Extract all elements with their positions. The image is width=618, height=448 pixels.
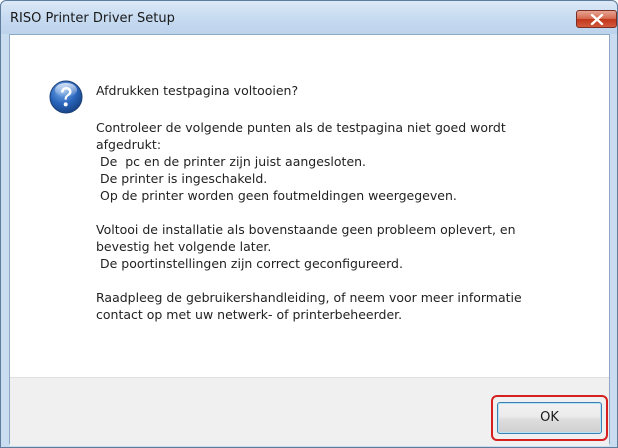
dialog-window: RISO Printer Driver Setup Afdrukken test…: [0, 0, 618, 448]
title-bar[interactable]: RISO Printer Driver Setup: [1, 1, 617, 34]
message-text: Afdrukken testpagina voltooien? Controle…: [96, 82, 596, 323]
window-title: RISO Printer Driver Setup: [10, 11, 175, 26]
check-item: De pc en de printer zijn juist aangeslot…: [96, 154, 367, 169]
install-line-2: bevestig het volgende later.: [96, 239, 272, 254]
install-item: De poortinstellingen zijn correct geconf…: [96, 256, 403, 271]
install-line-1: Voltooi de installatie als bovenstaande …: [96, 222, 516, 237]
close-icon: [590, 14, 604, 25]
button-bar: OK: [10, 377, 609, 446]
check-intro-line-1: Controleer de volgende punten als de tes…: [96, 120, 506, 135]
question-icon: [49, 80, 83, 114]
ok-button[interactable]: OK: [497, 402, 602, 434]
check-item: De printer is ingeschakeld.: [96, 171, 268, 186]
question-heading: Afdrukken testpagina voltooien?: [96, 83, 299, 98]
consult-line-2: contact op met uw netwerk- of printerbeh…: [96, 307, 403, 322]
consult-line-1: Raadpleeg de gebruikershandleiding, of n…: [96, 290, 522, 305]
close-button[interactable]: [576, 10, 617, 28]
check-item: Op de printer worden geen foutmeldingen …: [96, 188, 457, 203]
ok-button-highlight: OK: [491, 395, 608, 441]
dialog-client: Afdrukken testpagina voltooien? Controle…: [9, 34, 610, 446]
message-area: Afdrukken testpagina voltooien? Controle…: [10, 35, 609, 377]
check-intro-line-2: afgedrukt:: [96, 137, 162, 152]
